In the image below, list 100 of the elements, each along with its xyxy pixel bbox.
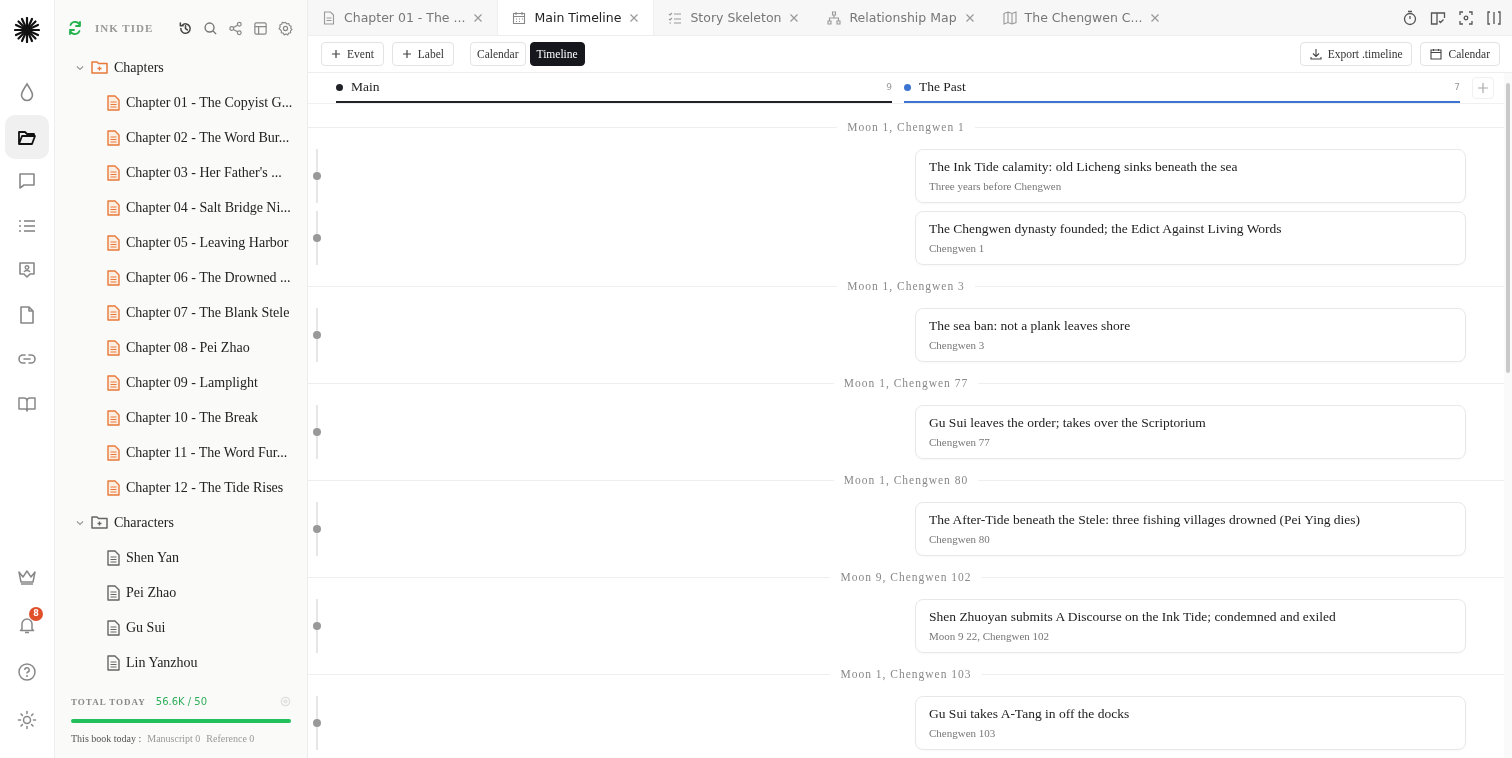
event-date: Chengwen 103 [929, 727, 997, 739]
event-card[interactable]: The sea ban: not a plank leaves shore Chengwen 3 [915, 308, 1466, 362]
event-title: Shen Zhuoyan submits A Discourse on the Ink Tide; condemned and exiled [929, 609, 1337, 625]
calendar-icon [512, 10, 527, 25]
sun-icon [17, 709, 37, 730]
book-title: INK TIDE [95, 22, 154, 34]
event-date: Chengwen 1 [929, 242, 986, 254]
document-icon [107, 164, 120, 181]
event-card[interactable]: The Chengwen dynasty founded; the Edict Against Living Words Chengwen 1 [915, 211, 1466, 265]
timeline-dot [313, 719, 321, 727]
close-icon[interactable] [473, 12, 484, 23]
event-count: 7 [1454, 82, 1460, 92]
document-icon [107, 374, 120, 391]
share-icon[interactable] [228, 20, 243, 36]
note-icon [107, 654, 120, 671]
folder-rail-button[interactable] [5, 114, 49, 159]
document-icon [107, 234, 120, 251]
file-item[interactable]: Gu Sui [55, 610, 307, 645]
timeline-dot [313, 525, 321, 533]
event-card[interactable]: Shen Zhuoyan submits A Discourse on the Ink Tide; condemned and exiled Moon 9 22, Chengwen 102 [915, 599, 1466, 653]
checklist-icon [668, 10, 683, 25]
file-icon [17, 304, 37, 325]
lane-header[interactable]: Main 9 [336, 73, 892, 103]
file-item[interactable]: Chapter 09 - Lamplight [55, 365, 307, 400]
event-card[interactable]: The After-Tide beneath the Stele: three fishing villages drowned (Pei Ying dies) Chengwen 80 [915, 502, 1466, 556]
event-title: Gu Sui takes A-Tang in off the docks [929, 706, 1131, 722]
calendar-icon [1430, 48, 1443, 60]
note-icon [107, 584, 120, 601]
file-item[interactable]: Chapter 10 - The Break [55, 400, 307, 435]
view-toggle[interactable]: Calendar [470, 42, 526, 66]
layout-icon[interactable] [253, 20, 268, 36]
date-heading: Moon 1, Chengwen 1 [847, 121, 965, 133]
word-count: 56.6K / 50 [155, 696, 208, 707]
document-icon [107, 444, 120, 461]
file-item[interactable]: Chapter 01 - The Copyist G... [55, 85, 307, 120]
export-button[interactable]: Export .timeline [1299, 42, 1413, 66]
manuscript-count: Manuscript 0 [147, 733, 201, 744]
close-icon[interactable] [629, 12, 640, 23]
close-icon[interactable] [789, 12, 800, 23]
lane-header[interactable]: The Past 7 [904, 73, 1460, 103]
file-item[interactable]: Pei Zhao [55, 575, 307, 610]
add-lane-button[interactable] [1472, 77, 1494, 99]
editor-tab[interactable]: Relationship Map [813, 0, 989, 35]
event-card[interactable]: The Ink Tide calamity: old Licheng sinks beneath the sea Three years before Chengwen [915, 149, 1466, 203]
editor-tab[interactable]: Story Skeleton [654, 0, 814, 35]
file-item[interactable]: Chapter 06 - The Drowned ... [55, 260, 307, 295]
note-icon [107, 619, 120, 636]
history-icon[interactable] [178, 20, 193, 36]
close-icon[interactable] [1150, 12, 1161, 23]
file-item[interactable]: Chapter 02 - The Word Bur... [55, 120, 307, 155]
settings-icon[interactable] [278, 20, 293, 36]
help-icon [17, 662, 37, 682]
file-item[interactable]: Chapter 04 - Salt Bridge Ni... [55, 190, 307, 225]
event-title: The Chengwen dynasty founded; the Edict Against Living Words [929, 221, 1283, 237]
book-check-icon[interactable] [1430, 9, 1446, 26]
bell-rail-button[interactable]: 8 [5, 602, 49, 647]
file-item[interactable]: Chapter 11 - The Word Fur... [55, 435, 307, 470]
event-date: Three years before Chengwen [929, 180, 1063, 192]
folder-item[interactable]: Characters [55, 505, 307, 540]
editor-tab[interactable]: Chapter 01 - The ... [308, 0, 498, 35]
add-button[interactable]: Label [391, 42, 454, 66]
date-heading: Moon 1, Chengwen 80 [843, 474, 969, 486]
map-icon [1002, 10, 1017, 25]
file-item[interactable]: Lin Yanzhou [55, 645, 307, 680]
date-heading: Moon 1, Chengwen 3 [847, 280, 965, 292]
document-icon [107, 199, 120, 216]
close-icon[interactable] [964, 12, 975, 23]
sync-icon[interactable] [67, 20, 83, 36]
event-card[interactable]: Gu Sui leaves the order; takes over the Scriptorium Chengwen 77 [915, 405, 1466, 459]
editor-tab[interactable]: The Chengwen C... [988, 0, 1175, 35]
reference-count: Reference 0 [206, 733, 255, 744]
file-item[interactable]: Chapter 03 - Her Father's ... [55, 155, 307, 190]
folder-icon [91, 60, 108, 75]
person-card-icon [17, 260, 37, 280]
add-button[interactable]: Event [321, 42, 384, 66]
plus-icon [401, 49, 412, 59]
file-item[interactable]: Chapter 05 - Leaving Harbor [55, 225, 307, 260]
document-icon [107, 479, 120, 496]
file-item[interactable]: Chapter 08 - Pei Zhao [55, 330, 307, 365]
file-item[interactable]: Shen Yan [55, 540, 307, 575]
event-card[interactable]: Gu Sui takes A-Tang in off the docks Chengwen 103 [915, 696, 1466, 750]
scrollbar-thumb[interactable] [1506, 83, 1510, 373]
hierarchy-icon [827, 10, 842, 25]
event-title: Gu Sui leaves the order; takes over the Scriptorium [929, 415, 1207, 431]
view-toggle[interactable]: Timeline [529, 42, 585, 66]
document-icon [107, 269, 120, 286]
file-item[interactable]: Chapter 12 - The Tide Rises [55, 470, 307, 505]
folder-item[interactable]: Chapters [55, 50, 307, 85]
editor-tab[interactable]: Main Timeline [497, 0, 655, 35]
plus-icon [331, 49, 341, 59]
focus-icon[interactable] [1458, 9, 1474, 26]
timer-icon[interactable] [1402, 9, 1418, 26]
document-icon [107, 94, 120, 111]
calendar-button[interactable]: Calendar [1420, 42, 1500, 66]
scrollbar[interactable] [1504, 73, 1512, 758]
file-item[interactable]: Chapter 07 - The Blank Stele [55, 295, 307, 330]
split-panel-icon[interactable] [1486, 9, 1502, 26]
book-today-label: This book today : [71, 733, 142, 744]
document-icon [107, 304, 120, 321]
search-icon[interactable] [203, 20, 218, 36]
